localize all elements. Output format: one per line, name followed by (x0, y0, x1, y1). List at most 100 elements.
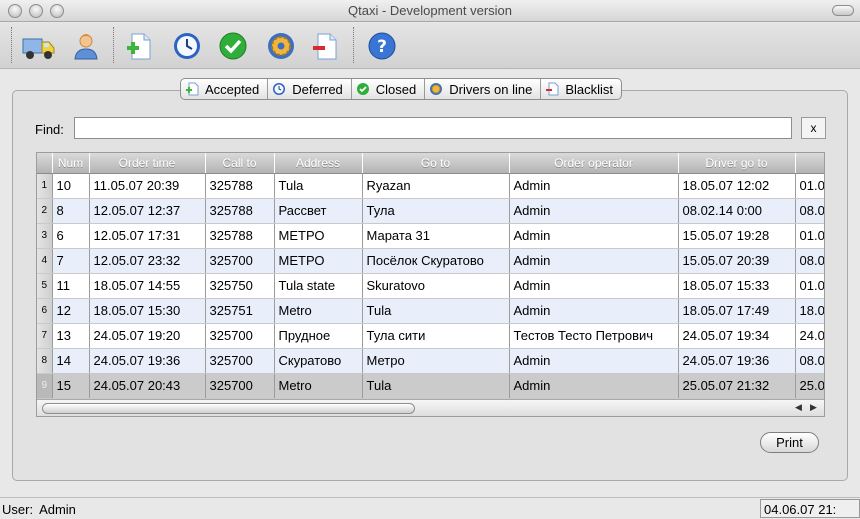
column-header[interactable]: Driver go to (678, 153, 796, 174)
table-cell[interactable]: Admin (509, 173, 679, 199)
table-cell[interactable]: Admin (509, 348, 679, 374)
truck-button[interactable] (22, 29, 56, 63)
column-header[interactable]: Call to (205, 153, 275, 174)
help-button[interactable]: ? (365, 29, 399, 63)
column-header[interactable]: Num (52, 153, 90, 174)
table-row[interactable]: 8 14 24.05.07 19:36 325700 Скуратово Метро Adm… (37, 348, 824, 374)
tab-closed[interactable]: Closed (352, 79, 426, 99)
clear-find-button[interactable]: x (801, 117, 826, 139)
table-cell[interactable]: 11.05.07 20:39 (89, 173, 206, 199)
table-cell[interactable]: 24.05.07 20:43 (89, 373, 206, 399)
table-cell[interactable]: 18.05.07 15:30 (89, 298, 206, 324)
table-cell[interactable]: 325700 (205, 373, 275, 399)
column-header[interactable]: Order time (89, 153, 206, 174)
table-cell[interactable]: 12.05.07 17:31 (89, 223, 206, 249)
table-cell[interactable]: 12 (52, 298, 90, 324)
table-cell[interactable]: Tula state (274, 273, 363, 299)
table-cell[interactable]: Metro (274, 373, 363, 399)
scroll-left-arrow-icon[interactable]: ◀ (795, 402, 802, 413)
table-cell[interactable]: 8 (52, 198, 90, 224)
table-cell[interactable]: 13 (52, 323, 90, 349)
close-order-button[interactable] (216, 29, 250, 63)
deferred-button[interactable] (170, 29, 204, 63)
table-cell[interactable]: 24.05.07 19:36 (678, 348, 796, 374)
table-row[interactable]: 2 8 12.05.07 12:37 325788 Рассвет Тула Admin 08… (37, 198, 824, 224)
table-cell[interactable]: 15.05.07 19:28 (678, 223, 796, 249)
table-cell[interactable]: 14 (52, 348, 90, 374)
tab-accepted[interactable]: Accepted (181, 79, 269, 99)
table-cell[interactable]: 24.0 (795, 323, 824, 349)
table-cell[interactable]: 325751 (205, 298, 275, 324)
tab-blacklist[interactable]: Blacklist (541, 79, 621, 99)
table-cell[interactable]: 7 (52, 248, 90, 274)
table-cell[interactable]: 08.0 (795, 348, 824, 374)
table-cell[interactable]: Skuratovo (362, 273, 510, 299)
table-cell[interactable]: 325750 (205, 273, 275, 299)
table-cell[interactable]: 01.0 (795, 273, 824, 299)
table-cell[interactable]: 24.05.07 19:36 (89, 348, 206, 374)
table-cell[interactable]: Тула сити (362, 323, 510, 349)
scrollbar-thumb[interactable] (42, 403, 415, 414)
table-cell[interactable]: Марата 31 (362, 223, 510, 249)
table-cell[interactable]: Тула (362, 198, 510, 224)
column-header[interactable] (795, 153, 824, 174)
table-cell[interactable]: Метро (362, 348, 510, 374)
table-cell[interactable]: 325700 (205, 323, 275, 349)
table-cell[interactable]: 08.0 (795, 248, 824, 274)
table-cell[interactable]: 01.0 (795, 173, 824, 199)
settings-button[interactable] (264, 29, 298, 63)
table-cell[interactable]: 10 (52, 173, 90, 199)
tab-deferred[interactable]: Deferred (268, 79, 352, 99)
table-row[interactable]: 1 10 11.05.07 20:39 325788 Tula Ryazan Admin 18… (37, 173, 824, 199)
table-cell[interactable]: 18.05.07 17:49 (678, 298, 796, 324)
table-cell[interactable]: Admin (509, 248, 679, 274)
table-row[interactable]: 3 6 12.05.07 17:31 325788 МЕТРО Марата 31 Admi… (37, 223, 824, 249)
table-row[interactable]: 9 15 24.05.07 20:43 325700 Metro Tula Admin 25.… (37, 373, 824, 399)
table-cell[interactable]: Скуратово (274, 348, 363, 374)
table-cell[interactable]: 325788 (205, 173, 275, 199)
table-row[interactable]: 5 11 18.05.07 14:55 325750 Tula state Skurato… (37, 273, 824, 299)
table-cell[interactable]: 6 (52, 223, 90, 249)
table-cell[interactable]: Metro (274, 298, 363, 324)
table-cell[interactable]: Прудное (274, 323, 363, 349)
table-cell[interactable]: 18.05.07 15:33 (678, 273, 796, 299)
print-button[interactable]: Print (760, 432, 819, 453)
column-header[interactable]: Order operator (509, 153, 679, 174)
table-cell[interactable]: 325788 (205, 198, 275, 224)
table-cell[interactable]: 15.05.07 20:39 (678, 248, 796, 274)
scroll-right-arrow-icon[interactable]: ▶ (810, 402, 817, 413)
table-cell[interactable]: 01.0 (795, 223, 824, 249)
table-cell[interactable]: 11 (52, 273, 90, 299)
user-button[interactable] (69, 29, 103, 63)
table-cell[interactable]: Tula (274, 173, 363, 199)
new-order-button[interactable] (122, 29, 156, 63)
find-input[interactable] (74, 117, 792, 139)
table-cell[interactable]: 25.0 (795, 373, 824, 399)
table-cell[interactable]: Tula (362, 373, 510, 399)
tab-drivers-online[interactable]: Drivers on line (425, 79, 542, 99)
table-cell[interactable]: Tula (362, 298, 510, 324)
table-cell[interactable]: 325700 (205, 248, 275, 274)
table-cell[interactable]: Admin (509, 373, 679, 399)
table-cell[interactable]: Посёлок Скуратово (362, 248, 510, 274)
table-cell[interactable]: Тестов Тесто Петрович (509, 323, 679, 349)
table-cell[interactable]: 24.05.07 19:34 (678, 323, 796, 349)
column-header[interactable]: Go to (362, 153, 510, 174)
table-cell[interactable]: 325788 (205, 223, 275, 249)
table-cell[interactable]: 15 (52, 373, 90, 399)
column-header[interactable]: Address (274, 153, 363, 174)
table-cell[interactable]: Ryazan (362, 173, 510, 199)
table-cell[interactable]: 325700 (205, 348, 275, 374)
table-cell[interactable]: 12.05.07 23:32 (89, 248, 206, 274)
table-cell[interactable]: 12.05.07 12:37 (89, 198, 206, 224)
table-cell[interactable]: 24.05.07 19:20 (89, 323, 206, 349)
table-cell[interactable]: Admin (509, 198, 679, 224)
table-cell[interactable]: МЕТРО (274, 223, 363, 249)
table-cell[interactable]: 18.05.07 12:02 (678, 173, 796, 199)
table-cell[interactable]: 08.02.14 0:00 (678, 198, 796, 224)
table-cell[interactable]: Admin (509, 223, 679, 249)
horizontal-scrollbar[interactable]: ◀ ▶ (37, 399, 824, 416)
table-cell[interactable]: Admin (509, 298, 679, 324)
table-cell[interactable]: 25.05.07 21:32 (678, 373, 796, 399)
remove-order-button[interactable] (308, 29, 342, 63)
